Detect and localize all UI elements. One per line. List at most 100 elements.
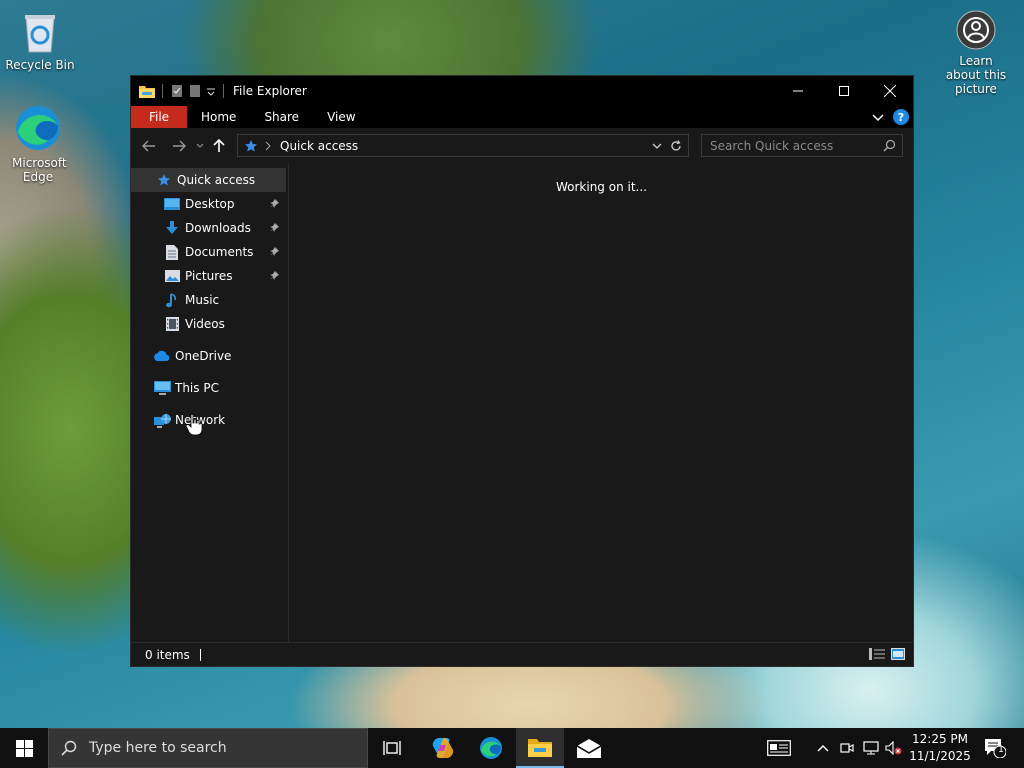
refresh-icon[interactable]	[670, 140, 682, 152]
taskbar-file-explorer[interactable]	[516, 728, 564, 768]
status-bar: 0 items	[131, 642, 913, 666]
clock-date: 11/1/2025	[909, 749, 971, 763]
customize-toolbar-chevron-icon[interactable]	[206, 84, 216, 98]
computer-monitor-icon	[153, 381, 171, 395]
edge-label: Microsoft Edge	[12, 156, 67, 184]
folder-icon	[139, 86, 155, 98]
tab-home[interactable]: Home	[187, 106, 250, 128]
nav-item-network[interactable]: Network	[131, 408, 288, 432]
toolbar-separator	[223, 84, 224, 98]
taskbar: Type here to search 12:25 PM 11/1/2025 1	[0, 728, 1024, 768]
help-icon[interactable]: ?	[893, 109, 909, 125]
network-status-button[interactable]	[861, 728, 881, 768]
taskbar-mail[interactable]	[565, 728, 613, 768]
back-button[interactable]	[135, 132, 163, 160]
taskbar-search-box[interactable]: Type here to search	[48, 728, 368, 768]
tab-file[interactable]: File	[131, 106, 187, 128]
window-controls	[775, 76, 913, 106]
action-center-button[interactable]: 1	[980, 728, 1010, 768]
recycle-bin-label: Recycle Bin	[5, 58, 75, 72]
nav-label-pictures: Pictures	[185, 269, 233, 283]
content-pane[interactable]: Working on it...	[290, 164, 913, 642]
quick-access-star-icon	[245, 139, 257, 151]
show-hidden-icons-button[interactable]	[814, 728, 832, 768]
edge-icon	[480, 737, 502, 759]
ethernet-icon	[863, 741, 879, 755]
task-view-icon	[383, 741, 401, 755]
nav-item-onedrive[interactable]: OneDrive	[131, 344, 288, 368]
close-button[interactable]	[867, 76, 913, 106]
title-bar[interactable]: File Explorer	[131, 76, 913, 106]
address-bar[interactable]: Quick access	[237, 134, 689, 157]
nav-item-quick-access[interactable]: Quick access	[131, 168, 286, 192]
meet-now-button[interactable]	[838, 728, 856, 768]
desktop-icon-learn-about-picture[interactable]: Learn about this picture	[936, 10, 1016, 96]
copilot-icon	[432, 737, 454, 759]
properties-icon[interactable]	[170, 84, 184, 98]
desktop-icon-microsoft-edge[interactable]: Microsoft Edge	[0, 104, 78, 184]
desktop-icon-recycle-bin[interactable]: Recycle Bin	[0, 8, 80, 72]
edge-icon	[16, 106, 60, 150]
pin-icon	[270, 271, 279, 280]
pin-icon	[270, 247, 279, 256]
address-dropdown-chevron-icon[interactable]	[652, 142, 662, 150]
search-icon	[883, 139, 896, 152]
notification-count: 1	[998, 745, 1004, 755]
breadcrumb-chevron-icon	[265, 141, 271, 150]
learn-picture-label: Learn about this picture	[945, 54, 1007, 96]
start-button[interactable]	[0, 728, 48, 768]
nav-label-downloads: Downloads	[185, 221, 251, 235]
nav-label-documents: Documents	[185, 245, 254, 259]
taskbar-edge[interactable]	[467, 728, 515, 768]
large-icons-view-icon[interactable]	[891, 648, 905, 660]
breadcrumb-quick-access[interactable]: Quick access	[280, 139, 358, 153]
search-icon	[61, 740, 77, 756]
nav-item-videos[interactable]: Videos	[131, 312, 288, 336]
pin-icon	[270, 223, 279, 232]
nav-label-onedrive: OneDrive	[175, 349, 232, 363]
windows-logo-icon	[15, 739, 33, 757]
news-icon	[767, 740, 791, 756]
details-view-icon[interactable]	[869, 648, 885, 660]
nav-label-this-pc: This PC	[175, 381, 219, 395]
chevron-up-icon	[817, 745, 829, 752]
nav-item-downloads[interactable]: Downloads	[131, 216, 288, 240]
nav-label-music: Music	[185, 293, 220, 307]
system-clock[interactable]: 12:25 PM 11/1/2025	[908, 731, 972, 765]
loading-message: Working on it...	[555, 180, 647, 194]
downloads-arrow-icon	[163, 221, 181, 235]
svg-text:?: ?	[898, 111, 904, 124]
task-view-button[interactable]	[368, 728, 416, 768]
recycle-bin-icon	[25, 15, 55, 53]
forward-button[interactable]	[165, 132, 193, 160]
search-box[interactable]: Search Quick access	[701, 134, 903, 157]
up-button[interactable]	[207, 132, 231, 160]
expand-ribbon-chevron-icon[interactable]	[871, 110, 885, 124]
maximize-button[interactable]	[821, 76, 867, 106]
news-widget-button[interactable]	[764, 728, 794, 768]
minimize-button[interactable]	[775, 76, 821, 106]
new-folder-icon[interactable]	[188, 84, 202, 98]
nav-item-this-pc[interactable]: This PC	[131, 376, 288, 400]
recent-locations-button[interactable]	[193, 132, 207, 160]
onedrive-cloud-icon	[153, 350, 171, 362]
window-title: File Explorer	[233, 84, 307, 98]
tab-view[interactable]: View	[313, 106, 369, 128]
ribbon-right-controls: ?	[871, 109, 909, 125]
nav-item-pictures[interactable]: Pictures	[131, 264, 288, 288]
video-camera-icon	[840, 743, 854, 753]
quick-access-toolbar	[131, 84, 227, 98]
nav-label-desktop: Desktop	[185, 197, 235, 211]
tab-share[interactable]: Share	[250, 106, 313, 128]
nav-item-documents[interactable]: Documents	[131, 240, 288, 264]
forward-arrow-icon	[173, 140, 186, 152]
music-note-icon	[163, 292, 181, 308]
nav-item-music[interactable]: Music	[131, 288, 288, 312]
volume-button[interactable]	[884, 728, 904, 768]
taskbar-copilot[interactable]	[419, 728, 467, 768]
navigation-pane: Quick access Desktop Downloads Documents	[131, 164, 289, 642]
ribbon-tabs: File Home Share View ?	[131, 106, 913, 128]
taskbar-search-placeholder: Type here to search	[89, 740, 227, 756]
search-placeholder: Search Quick access	[710, 138, 834, 153]
nav-item-desktop[interactable]: Desktop	[131, 192, 288, 216]
